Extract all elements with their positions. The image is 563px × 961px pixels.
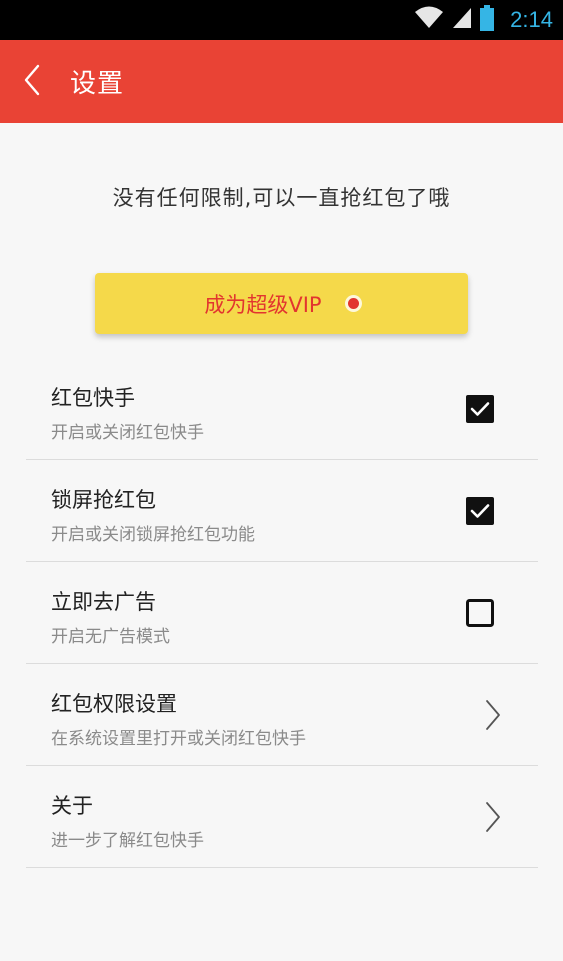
back-button[interactable] — [0, 40, 64, 123]
chevron-left-icon — [23, 64, 41, 100]
checkbox-checked-icon[interactable] — [466, 395, 494, 423]
settings-item-subtitle: 开启或关闭红包快手 — [51, 423, 204, 443]
settings-item-subtitle: 开启无广告模式 — [51, 627, 170, 647]
become-vip-button[interactable]: 成为超级VIP — [95, 273, 468, 334]
settings-item-remove-ads[interactable]: 立即去广告 开启无广告模式 — [26, 562, 538, 664]
checkbox-checked-icon[interactable] — [466, 497, 494, 525]
status-icons: 2:14 — [414, 0, 553, 40]
settings-item-title: 关于 — [51, 794, 93, 818]
wifi-icon — [414, 6, 444, 34]
settings-item-subtitle: 进一步了解红包快手 — [51, 831, 204, 851]
cellular-signal-icon — [452, 6, 472, 34]
settings-item-title: 立即去广告 — [51, 590, 156, 614]
page-title: 设置 — [70, 69, 125, 99]
settings-item-title: 红包权限设置 — [51, 692, 177, 716]
settings-item-title: 锁屏抢红包 — [51, 488, 156, 512]
settings-item-about[interactable]: 关于 进一步了解红包快手 — [26, 766, 538, 868]
chevron-right-icon — [484, 800, 502, 834]
tagline: 没有任何限制,可以一直抢红包了哦 — [112, 186, 451, 210]
app-bar: 设置 — [0, 40, 563, 123]
settings-item-lockscreen-grab[interactable]: 锁屏抢红包 开启或关闭锁屏抢红包功能 — [26, 460, 538, 562]
battery-icon — [480, 5, 495, 35]
chevron-right-icon — [484, 698, 502, 732]
settings-item-permission-settings[interactable]: 红包权限设置 在系统设置里打开或关闭红包快手 — [26, 664, 538, 766]
vip-button-label: 成为超级VIP — [204, 292, 322, 317]
settings-item-subtitle: 开启或关闭锁屏抢红包功能 — [51, 525, 255, 545]
checkbox-unchecked-icon[interactable] — [466, 599, 494, 627]
settings-item-hongbao-kuaishou[interactable]: 红包快手 开启或关闭红包快手 — [26, 358, 538, 460]
red-dot-icon — [347, 298, 359, 309]
status-time: 2:14 — [510, 7, 553, 32]
status-bar: 2:14 — [0, 0, 563, 40]
settings-list: 红包快手 开启或关闭红包快手 锁屏抢红包 开启或关闭锁屏抢红包功能 立即去广告 … — [26, 358, 538, 868]
settings-item-subtitle: 在系统设置里打开或关闭红包快手 — [51, 729, 306, 749]
settings-item-title: 红包快手 — [51, 386, 135, 410]
